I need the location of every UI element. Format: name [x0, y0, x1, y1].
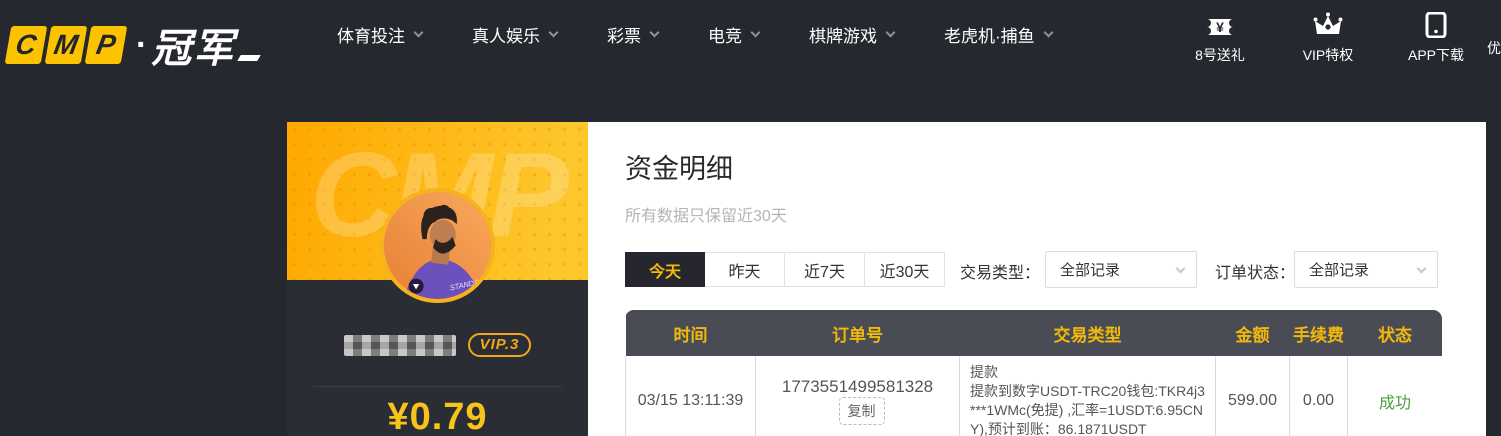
quick-link-partial[interactable]: 优 — [1487, 38, 1501, 58]
gift-ticket-icon: ¥ — [1205, 10, 1235, 38]
user-id-row: VIP.3 — [287, 333, 588, 357]
logo-letter-box: C — [4, 26, 48, 64]
logo-letter: P — [94, 29, 119, 60]
chevron-down-icon — [750, 27, 761, 38]
nav-item-esports[interactable]: 电竞 — [708, 22, 761, 47]
logo-letter: C — [13, 29, 39, 60]
nav-item-label: 棋牌游戏 — [809, 27, 877, 46]
logo-letter: M — [51, 29, 81, 60]
cell-time: 03/15 13:11:39 — [625, 356, 756, 436]
profile-sidebar: CMP — [287, 122, 588, 436]
crown-icon — [1313, 10, 1343, 38]
chevron-down-icon — [885, 27, 896, 38]
status-badge: 成功 — [1347, 356, 1442, 436]
quick-link-label: VIP特权 — [1302, 47, 1354, 63]
sidebar-divider — [313, 386, 562, 387]
cell-order-no: 1773551499581328复制 — [755, 356, 960, 436]
cell-amount: 599.00 — [1215, 356, 1290, 436]
logo-dot: · — [136, 25, 148, 64]
filter-bar: 今天 昨天 近7天 近30天 交易类型： 全部记录 订单状态： 全部记录 — [588, 251, 1486, 289]
nav-item-label: 老虎机·捕鱼 — [944, 27, 1035, 46]
nav-item-label: 真人娱乐 — [472, 27, 540, 46]
copy-button[interactable]: 复制 — [838, 397, 885, 425]
tab-today[interactable]: 今天 — [625, 252, 705, 287]
transactions-table: 时间 订单号 交易类型 金额 手续费 状态 03/15 13:11:39 177… — [625, 310, 1442, 436]
quick-link-label: APP下载 — [1407, 47, 1464, 63]
chevron-down-icon — [1416, 263, 1427, 273]
page-title: 资金明细 — [625, 154, 733, 184]
quick-link-app[interactable]: APP下载 — [1399, 10, 1473, 65]
nav-item-lottery[interactable]: 彩票 — [607, 22, 660, 47]
cell-type: 提款 提款到数字USDT-TRC20钱包:TKR4j3***1WMc(免提) ,… — [959, 356, 1216, 436]
header-status: 状态 — [1347, 310, 1442, 356]
header-type: 交易类型 — [959, 310, 1216, 356]
svg-text:¥: ¥ — [1216, 19, 1224, 35]
order-status-label: 订单状态： — [1215, 265, 1296, 282]
chevron-down-icon — [413, 27, 424, 38]
page: C M P · 冠军 体育投注 真人娱乐 彩票 电竞 棋牌游戏 老虎机·捕鱼 ¥… — [0, 0, 1501, 436]
nav-item-label: 体育投注 — [337, 27, 405, 46]
avatar[interactable]: STANDARD — [380, 188, 495, 303]
quick-links: ¥ 8号送礼 VIP特权 APP下载 — [1183, 10, 1473, 65]
chevron-down-icon — [548, 27, 559, 38]
tab-last-7-days[interactable]: 近7天 — [785, 252, 865, 287]
logo-dash-decoration — [237, 55, 262, 61]
transaction-type-label: 交易类型： — [960, 265, 1041, 282]
nav-item-live-casino[interactable]: 真人娱乐 — [472, 22, 559, 47]
transaction-type-select[interactable]: 全部记录 — [1045, 251, 1197, 288]
chevron-down-icon — [649, 27, 660, 38]
logo-brand-name: 冠军 — [151, 27, 236, 71]
header-order-no: 订单号 — [755, 310, 960, 356]
username-censored — [343, 334, 456, 356]
type-title: 提款 — [970, 364, 998, 380]
table-row: 03/15 13:11:39 1773551499581328复制 提款 提款到… — [625, 356, 1442, 436]
top-header: C M P · 冠军 体育投注 真人娱乐 彩票 电竞 棋牌游戏 老虎机·捕鱼 ¥… — [0, 0, 1501, 122]
vip-level-badge: VIP.3 — [467, 333, 532, 357]
transaction-type-value: 全部记录 — [1060, 262, 1121, 279]
header-fee: 手续费 — [1289, 310, 1348, 356]
cell-fee: 0.00 — [1289, 356, 1348, 436]
nav-item-label: 电竞 — [708, 27, 742, 46]
date-range-tabs: 今天 昨天 近7天 近30天 — [625, 252, 945, 287]
type-detail: 提款到数字USDT-TRC20钱包:TKR4j3***1WMc(免提) ,汇率=… — [970, 383, 1205, 436]
chevron-down-icon — [1175, 263, 1186, 273]
quick-link-gift[interactable]: ¥ 8号送礼 — [1183, 10, 1257, 65]
tab-last-30-days[interactable]: 近30天 — [865, 252, 945, 287]
order-status-value: 全部记录 — [1309, 262, 1370, 279]
table-header-row: 时间 订单号 交易类型 金额 手续费 状态 — [625, 310, 1442, 356]
main-content: 资金明细 所有数据只保留近30天 今天 昨天 近7天 近30天 交易类型： 全部… — [588, 122, 1486, 436]
order-status-select[interactable]: 全部记录 — [1294, 251, 1438, 288]
header-amount: 金额 — [1215, 310, 1290, 356]
page-subtitle: 所有数据只保留近30天 — [625, 208, 787, 225]
brand-logo[interactable]: C M P · 冠军 — [4, 16, 262, 74]
nav-item-slots-fishing[interactable]: 老虎机·捕鱼 — [944, 22, 1054, 47]
chevron-down-icon — [1043, 27, 1054, 38]
tab-yesterday[interactable]: 昨天 — [705, 252, 785, 287]
logo-letter-box: M — [44, 26, 88, 64]
quick-link-vip[interactable]: VIP特权 — [1291, 10, 1365, 65]
quick-link-label: 8号送礼 — [1195, 47, 1245, 63]
nav-item-sports[interactable]: 体育投注 — [337, 22, 424, 47]
main-nav: 体育投注 真人娱乐 彩票 电竞 棋牌游戏 老虎机·捕鱼 — [337, 22, 1054, 47]
nav-item-label: 彩票 — [607, 27, 641, 46]
phone-icon — [1425, 10, 1447, 38]
logo-letter-box: P — [84, 26, 128, 64]
account-balance: ¥0.79 — [387, 396, 488, 436]
order-number: 1773551499581328 — [781, 377, 934, 396]
nav-item-board-games[interactable]: 棋牌游戏 — [809, 22, 896, 47]
header-time: 时间 — [625, 310, 756, 356]
